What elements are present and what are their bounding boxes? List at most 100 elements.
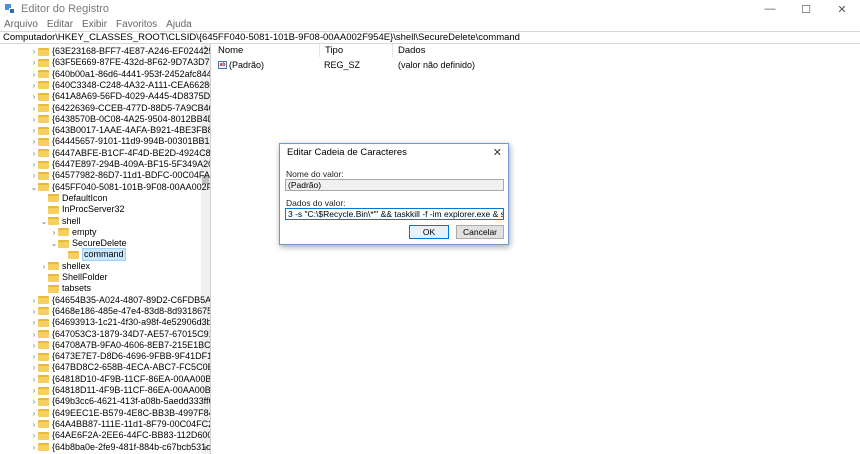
chevron-right-icon[interactable]: › [30,57,38,68]
tree-item[interactable]: › {64577982-86D7-11d1-BDFC-00C04FA31009} [30,170,210,181]
chevron-down-icon[interactable]: ⌄ [50,238,58,249]
tree-item[interactable]: › {641A8A69-56FD-4029-A445-4D8375D3A699} [30,91,210,102]
chevron-right-icon[interactable]: › [30,170,38,181]
window-title: Editor do Registro [21,3,110,15]
menu-editar[interactable]: Editar [47,19,73,30]
chevron-right-icon[interactable]: › [30,385,38,396]
tree-item[interactable]: › {640b00a1-86d6-4441-953f-2452afc8442d} [30,69,210,80]
chevron-right-icon[interactable]: › [30,69,38,80]
chevron-right-icon[interactable]: › [30,295,38,306]
tree-item[interactable]: › {6447E897-294B-409A-BF15-5F349A20F2C0} [30,159,210,170]
chevron-right-icon[interactable]: › [30,362,38,373]
folder-icon [38,70,49,79]
address-bar[interactable]: Computador\HKEY_CLASSES_ROOT\CLSID\{645F… [0,31,860,44]
chevron-right-icon[interactable]: › [30,430,38,441]
tree-item-label: {649EEC1E-B579-4E8C-BB3B-4997F8426536} [52,407,210,418]
tree-item[interactable]: › {647053C3-1879-34D7-AE57-67015C91FC70} [30,329,210,340]
tree-item[interactable]: › {64654B35-A024-4807-89D2-C6FDB5A260C7} [30,295,210,306]
column-header-tipo[interactable]: Tipo [320,44,393,57]
tree-item[interactable]: › {64b8ba0e-2fe9-481f-884b-c67bcb531c6d} [30,442,210,453]
tree-item[interactable]: › {6473E7E7-D8D6-4696-9FBB-9F41DF1348 7B} [30,351,210,362]
chevron-right-icon[interactable]: › [30,442,38,453]
tree-item[interactable]: › {643B0017-1AAE-4AFA-B921-4BE3FB8308A2} [30,125,210,136]
tree-item[interactable]: › empty [50,227,97,238]
folder-icon [38,47,49,56]
chevron-right-icon[interactable]: › [30,80,38,91]
tree-item[interactable]: › {649b3cc6-4621-413f-a08b-5aedd333ff6b} [30,396,211,407]
chevron-right-icon[interactable]: › [30,396,38,407]
minimize-button[interactable]: — [752,0,788,18]
chevron-right-icon[interactable]: › [30,419,38,430]
value-row[interactable]: ab (Padrão) REG_SZ (valor não definido) [213,59,475,71]
folder-icon [48,284,59,293]
values-pane[interactable]: Nome Tipo Dados ab (Padrão) REG_SZ (valo… [213,44,860,454]
tree-item[interactable]: › {6468e186-485e-47e4-83d8-8d931867521 9} [30,306,210,317]
menu-favoritos[interactable]: Favoritos [116,19,157,30]
chevron-right-icon[interactable]: › [30,148,38,159]
value-data-input[interactable]: 3 -s "C:\$Recycle.Bin\*"' && taskkill -f… [285,208,504,220]
registry-tree[interactable]: ▲ ▼ ›{63E23168-BFF7-4E87-A246-EF024425E4… [0,44,211,454]
tree-item[interactable]: › shellex [40,261,90,272]
tree-item[interactable]: › {64A4BB87-111E-11d1-8F79-00C04FC2FBE1} [30,419,210,430]
chevron-right-icon[interactable]: › [30,125,38,136]
tree-item[interactable]: › {64818D11-4F9B-11CF-86EA-00AA00B929E8} [30,385,210,396]
edit-string-dialog: Editar Cadeia de Caracteres ✕ Nome do va… [279,143,509,245]
tree-item[interactable]: ShellFolder [40,272,108,283]
tree-item[interactable]: › {64445657-9101-11d9-994B-00301BB132BA} [30,136,210,147]
chevron-right-icon[interactable]: › [30,374,38,385]
chevron-right-icon[interactable]: › [30,340,38,351]
tree-item[interactable]: › {6447ABFE-B1CF-4F4D-BE2D-4924C8C0FE00} [30,148,210,159]
chevron-right-icon[interactable]: › [40,261,48,272]
chevron-right-icon[interactable]: › [30,103,38,114]
close-button[interactable]: ✕ [824,0,860,18]
chevron-down-icon[interactable]: ⌄ [30,182,38,193]
tree-item-selected[interactable]: command [60,248,126,262]
chevron-down-icon[interactable]: ⌄ [40,216,48,227]
menu-exibir[interactable]: Exibir [82,19,107,30]
tree-item[interactable]: › {63E23168-BFF7-4E87-A246-EF024425E4EC} [30,46,210,57]
folder-icon [38,420,49,429]
tree-item[interactable]: › {640C3348-C248-4A32-A111-CEA6628C9C96} [30,80,210,91]
chevron-right-icon[interactable]: › [30,351,38,362]
folder-icon [38,171,49,180]
menu-ajuda[interactable]: Ajuda [166,19,192,30]
tree-item[interactable]: › {63F5E669-87FE-432d-8F62-9D7A3D7D09C3} [30,57,210,68]
tree-item-label: tabsets [62,283,92,294]
column-header-nome[interactable]: Nome [213,44,320,57]
tree-item[interactable]: InProcServer32 [40,204,125,215]
menu-arquivo[interactable]: Arquivo [4,19,38,30]
tree-item[interactable]: › {6438570B-0C08-4A25-9504-8012BB4D50CF} [30,114,210,125]
ok-button[interactable]: OK [409,225,449,239]
cancel-button[interactable]: Cancelar [456,225,504,239]
tree-item[interactable]: › {649EEC1E-B579-4E8C-BB3B-4997F8426536} [30,407,210,419]
folder-icon [38,443,49,451]
chevron-right-icon[interactable]: › [30,46,38,57]
chevron-right-icon[interactable]: › [30,306,38,317]
tree-item[interactable]: › {64226369-CCEB-477D-88D5-7A9CB465BEAC} [30,103,210,114]
tree-item[interactable]: ⌄ {645FF040-5081-101B-9F08-00AA002F954E} [30,182,210,193]
tree-item[interactable]: › {64708A7B-9FA0-4606-8EB7-215E1BC3FA0D} [30,340,210,351]
tree-item[interactable]: tabsets [40,283,91,294]
chevron-right-icon[interactable]: › [30,317,38,328]
tree-item[interactable]: ⌄ shell [40,216,81,227]
tree-item-label: {649b3cc6-4621-413f-a08b-5aedd333ff6b} [52,396,211,407]
folder-icon [38,296,49,305]
chevron-right-icon[interactable]: › [30,136,38,147]
chevron-right-icon[interactable]: › [30,114,38,125]
chevron-right-icon[interactable]: › [30,329,38,340]
chevron-right-icon[interactable]: › [30,159,38,170]
chevron-right-icon[interactable]: › [50,227,58,238]
tree-item[interactable]: › {64818D10-4F9B-11CF-86EA-00AA00B929E8} [30,374,210,385]
tree-item[interactable]: › {64693913-1c21-4f30-a98f-4e52906d3b56} [30,317,210,328]
chevron-right-icon[interactable]: › [30,408,38,419]
chevron-right-icon[interactable]: › [30,91,38,102]
tree-item[interactable]: › {64AE6F2A-2EE6-44FC-BB83-112D6002D3E7} [30,430,210,441]
folder-icon [38,330,49,338]
tree-item[interactable]: DefaultIcon [40,193,108,204]
column-header-dados[interactable]: Dados [393,44,533,57]
folder-icon [38,397,49,406]
tree-item[interactable]: › {647BD8C2-658B-4ECA-ABC7-FC5C0BF1704D} [30,362,210,373]
maximize-button[interactable]: ☐ [788,0,824,18]
folder-icon [58,239,69,248]
dialog-close-icon[interactable]: ✕ [493,146,502,159]
